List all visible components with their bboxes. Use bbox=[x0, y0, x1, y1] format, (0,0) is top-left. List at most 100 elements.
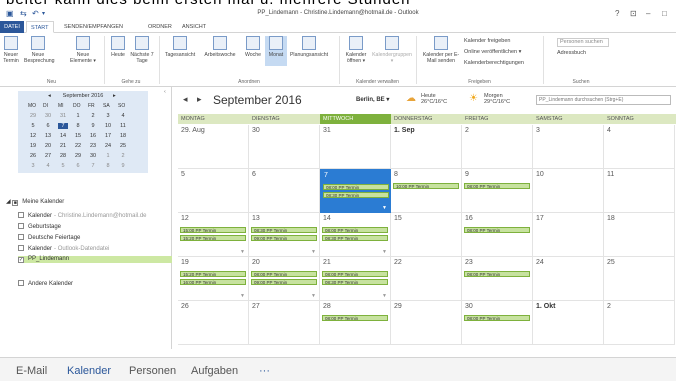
schedule-view-button[interactable]: Planungsansicht bbox=[289, 36, 329, 58]
today-button[interactable]: Heute bbox=[108, 36, 128, 58]
mini-day-cell[interactable]: 10 bbox=[103, 123, 113, 129]
mini-day-cell[interactable]: 2 bbox=[88, 113, 98, 119]
mini-day-cell[interactable]: 23 bbox=[88, 143, 98, 149]
calendar-event[interactable]: 09:00 PP Termin bbox=[251, 279, 317, 285]
calendar-event[interactable]: 08:30 PP Termin bbox=[251, 227, 317, 233]
mini-day-cell[interactable]: 27 bbox=[43, 153, 53, 159]
day-cell[interactable]: 30 08:00 PP Termin bbox=[462, 301, 533, 345]
more-items-icon[interactable]: ▼ bbox=[311, 293, 316, 299]
mini-day-cell[interactable]: 9 bbox=[118, 163, 128, 169]
calendar-event[interactable]: 16:00 PP Termin bbox=[180, 279, 246, 285]
mini-day-cell[interactable]: 1 bbox=[103, 153, 113, 159]
calendar-event[interactable]: 08:30 PP Termin bbox=[323, 192, 389, 198]
day-cell[interactable]: 5 bbox=[178, 169, 249, 213]
nav-tasks[interactable]: Aufgaben bbox=[191, 365, 238, 377]
calendar-event[interactable]: 08:00 PP Termin bbox=[323, 184, 389, 190]
address-book-button[interactable]: Adressbuch bbox=[557, 50, 586, 56]
mini-day-cell[interactable]: 8 bbox=[103, 163, 113, 169]
other-calendars-group[interactable]: Andere Kalender bbox=[18, 280, 73, 287]
search-people-input[interactable]: Personen suchen bbox=[557, 38, 609, 47]
day-cell[interactable]: 13 08:30 PP Termin 09:00 PP Termin ▼ bbox=[249, 213, 320, 257]
mini-day-cell[interactable]: 13 bbox=[43, 133, 53, 139]
day-cell[interactable]: 10 bbox=[533, 169, 604, 213]
mini-day-cell[interactable]: 28 bbox=[58, 153, 68, 159]
day-cell[interactable]: 30 bbox=[249, 125, 320, 169]
tab-start[interactable]: START bbox=[26, 21, 54, 33]
mini-day-cell[interactable]: 24 bbox=[103, 143, 113, 149]
day-cell[interactable]: 1. Okt bbox=[533, 301, 604, 345]
month-button[interactable]: Monat bbox=[265, 36, 287, 66]
mini-day-cell[interactable]: 21 bbox=[58, 143, 68, 149]
day-cell[interactable]: 20 08:00 PP Termin 09:00 PP Termin ▼ bbox=[249, 257, 320, 301]
mini-day-cell[interactable]: 3 bbox=[28, 163, 38, 169]
mini-day-cell[interactable]: 30 bbox=[43, 113, 53, 119]
calendar-event[interactable]: 08:00 PP Termin bbox=[464, 183, 530, 189]
day-cell[interactable]: 1. Sep bbox=[391, 125, 462, 169]
folder-checkbox[interactable] bbox=[18, 245, 24, 251]
mini-day-cell[interactable]: 25 bbox=[118, 143, 128, 149]
new-appointment-button[interactable]: Neuer Termin bbox=[2, 36, 20, 64]
day-cell[interactable]: 14 08:00 PP Termin 08:30 PP Termin ▼ bbox=[320, 213, 391, 257]
maximize-icon[interactable]: □ bbox=[662, 9, 667, 18]
more-items-icon[interactable]: ▼ bbox=[240, 249, 245, 255]
day-cell[interactable]: 12 15:00 PP Termin 15:20 PP Termin ▼ bbox=[178, 213, 249, 257]
day-cell[interactable]: 9 08:00 PP Termin bbox=[462, 169, 533, 213]
day-cell[interactable]: 27 bbox=[249, 301, 320, 345]
mini-day-cell[interactable]: 3 bbox=[103, 113, 113, 119]
day-view-button[interactable]: Tagesansicht bbox=[162, 36, 198, 58]
calendar-event[interactable]: 08:30 PP Termin bbox=[322, 279, 388, 285]
calendar-event[interactable]: 08:00 PP Termin bbox=[464, 315, 530, 321]
folder-checkbox[interactable] bbox=[18, 234, 24, 240]
share-calendar-button[interactable]: Kalender freigeben bbox=[464, 38, 510, 44]
mini-day-cell[interactable]: 29 bbox=[28, 113, 38, 119]
calendar-search-input[interactable]: PP_Lindemann durchsuchen (Strg+E) bbox=[536, 95, 671, 105]
next-7-days-button[interactable]: Nächste 7 Tage bbox=[130, 36, 154, 64]
collapse-pane-icon[interactable]: ‹ bbox=[164, 89, 166, 95]
help-icon[interactable]: ? bbox=[615, 9, 619, 18]
day-cell[interactable]: 11 bbox=[604, 169, 675, 213]
mini-day-cell[interactable]: 4 bbox=[43, 163, 53, 169]
day-cell[interactable]: 29. Aug bbox=[178, 125, 249, 169]
day-cell[interactable]: 17 bbox=[533, 213, 604, 257]
mini-day-cell[interactable]: 11 bbox=[118, 123, 128, 129]
week-button[interactable]: Woche bbox=[242, 36, 264, 58]
minimize-icon[interactable]: – bbox=[646, 9, 650, 18]
day-cell[interactable]: 24 bbox=[533, 257, 604, 301]
location-dropdown[interactable]: Berlin, BE ▾ bbox=[356, 96, 389, 103]
folder-checkbox[interactable] bbox=[18, 223, 24, 229]
day-cell[interactable]: 16 08:00 PP Termin bbox=[462, 213, 533, 257]
day-cell[interactable]: 25 bbox=[604, 257, 675, 301]
tab-view[interactable]: ANSICHT bbox=[178, 21, 210, 33]
day-cell[interactable]: 15 bbox=[391, 213, 462, 257]
publish-online-button[interactable]: Online veröffentlichen ▾ bbox=[464, 49, 521, 55]
mini-next-month-icon[interactable]: ▸ bbox=[113, 93, 116, 99]
mini-day-cell[interactable]: 19 bbox=[28, 143, 38, 149]
day-cell[interactable]: 26 bbox=[178, 301, 249, 345]
folder-checkbox[interactable]: ✓ bbox=[18, 257, 24, 263]
mini-day-cell[interactable]: 6 bbox=[73, 163, 83, 169]
open-calendar-button[interactable]: Kalender öffnen ▾ bbox=[342, 36, 370, 64]
mini-day-cell[interactable]: 14 bbox=[58, 133, 68, 139]
mini-day-cell[interactable]: 26 bbox=[28, 153, 38, 159]
mini-day-cell[interactable]: 2 bbox=[118, 153, 128, 159]
tab-file[interactable]: DATEI bbox=[0, 21, 24, 33]
mini-day-cell[interactable]: 22 bbox=[73, 143, 83, 149]
nav-calendar[interactable]: Kalender bbox=[67, 365, 111, 377]
calendar-folder-item[interactable]: Deutsche Feiertage bbox=[18, 234, 80, 241]
group-checkbox[interactable] bbox=[18, 280, 24, 286]
calendar-event[interactable]: 15:20 PP Termin bbox=[180, 271, 246, 277]
next-month-icon[interactable]: ▸ bbox=[197, 94, 202, 105]
calendar-groups-button[interactable]: Kalendergruppen ▾ bbox=[372, 36, 412, 64]
day-cell[interactable]: 6 bbox=[249, 169, 320, 213]
email-calendar-button[interactable]: Kalender per E-Mail senden bbox=[420, 36, 462, 64]
mini-day-cell[interactable]: 4 bbox=[118, 113, 128, 119]
calendar-folder-item[interactable]: Geburtstage bbox=[18, 223, 61, 230]
group-checkbox[interactable]: ■ bbox=[12, 200, 19, 206]
mini-day-cell[interactable]: 12 bbox=[28, 133, 38, 139]
mini-day-cell[interactable]: 31 bbox=[58, 113, 68, 119]
day-cell[interactable]: 23 08:00 PP Termin bbox=[462, 257, 533, 301]
calendar-event[interactable]: 08:00 PP Termin bbox=[322, 315, 388, 321]
day-cell[interactable]: 2 bbox=[462, 125, 533, 169]
day-cell[interactable]: 28 08:00 PP Termin bbox=[320, 301, 391, 345]
mini-day-cell[interactable]: 7 bbox=[58, 123, 68, 129]
